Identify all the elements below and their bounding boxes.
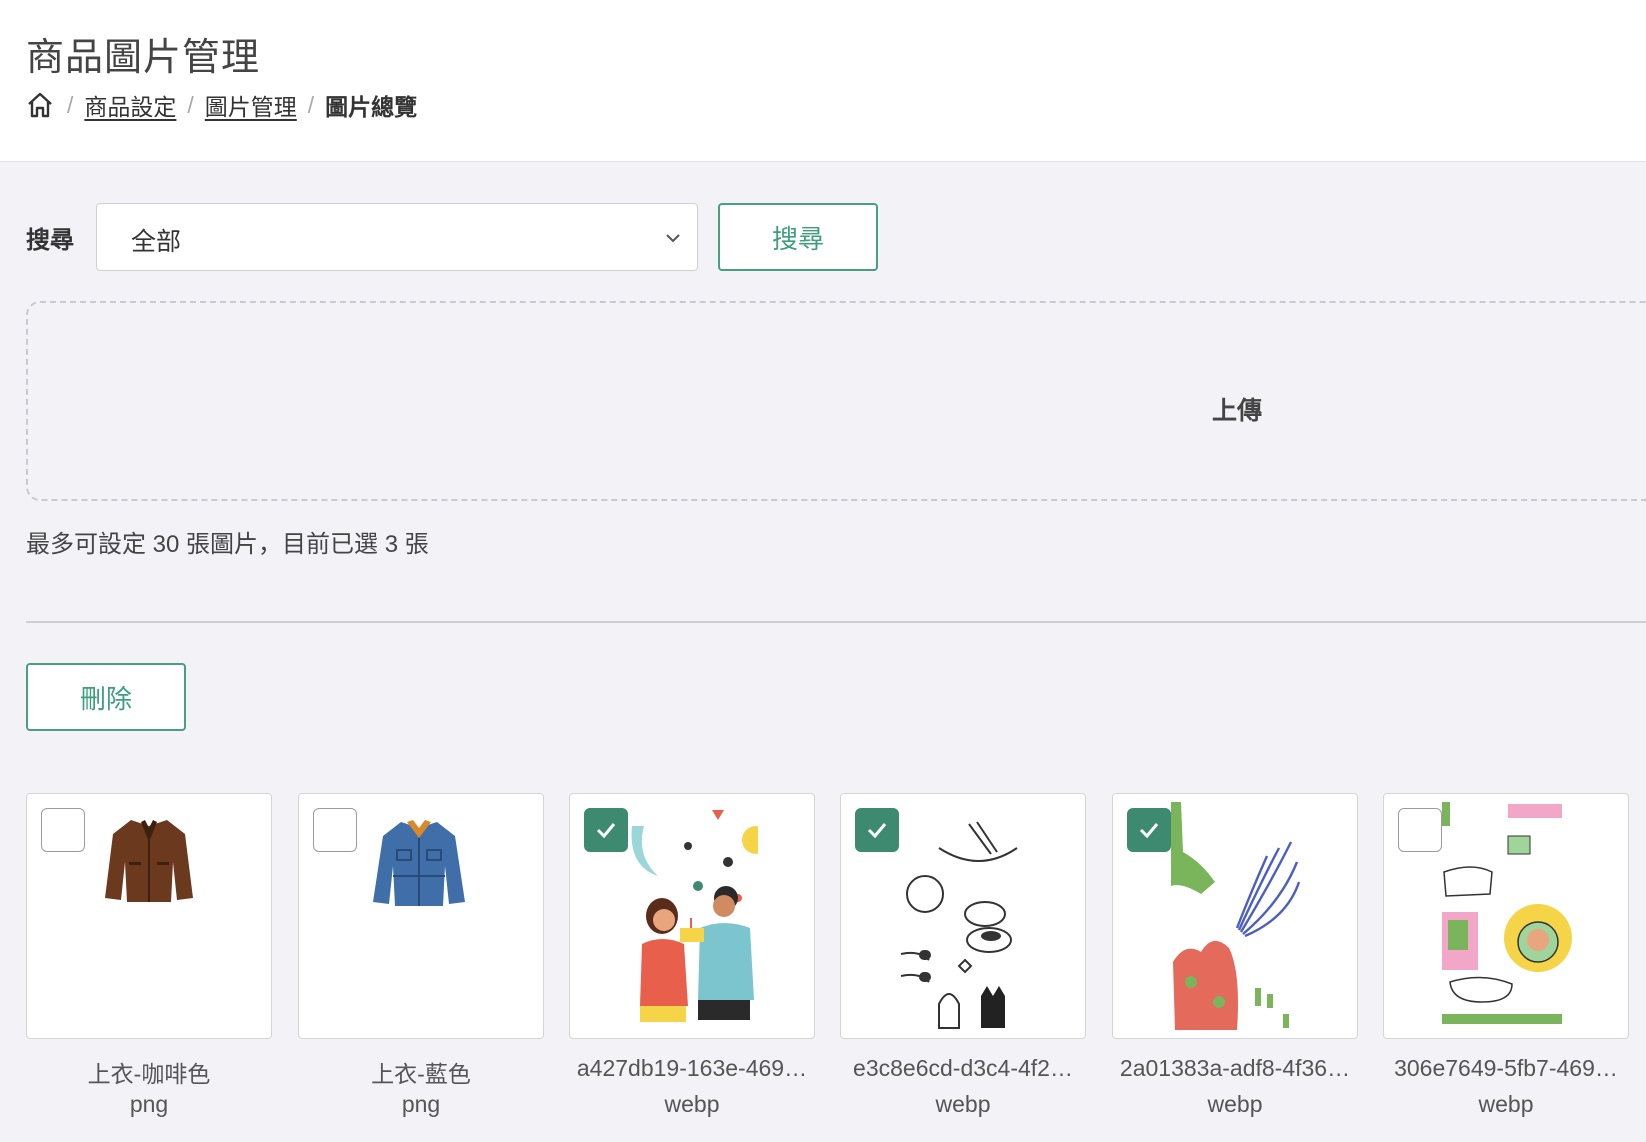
check-icon xyxy=(867,823,887,839)
image-thumbnail[interactable] xyxy=(26,793,272,1039)
doodle-sketch-image xyxy=(899,804,1029,1030)
image-grid: 上衣-咖啡色 png 上衣-藍色 png a427db19-163e-469… … xyxy=(26,793,1646,1142)
denim-jacket-image xyxy=(373,820,465,906)
image-checkbox[interactable] xyxy=(584,808,628,852)
image-name: a427db19-163e-469… xyxy=(576,1055,808,1081)
page-header: 商品圖片管理 / 商品設定 / 圖片管理 / 圖片總覽 xyxy=(0,0,1646,162)
image-name: 306e7649-5fb7-469… xyxy=(1394,1055,1618,1081)
category-select-value: 全部 xyxy=(131,228,182,256)
breadcrumb-separator: / xyxy=(307,91,315,118)
image-checkbox[interactable] xyxy=(313,808,357,852)
home-icon[interactable] xyxy=(26,90,56,120)
abstract-pattern-image xyxy=(1171,802,1301,1030)
image-extension: webp xyxy=(664,1091,720,1117)
page-title: 商品圖片管理 xyxy=(26,37,261,79)
breadcrumb-link-image-management[interactable]: 圖片管理 xyxy=(205,88,297,122)
image-thumbnail[interactable] xyxy=(840,793,1086,1039)
divider xyxy=(26,621,1646,623)
category-select[interactable]: 全部 xyxy=(96,203,698,271)
check-icon xyxy=(1139,823,1159,839)
breadcrumb: / 商品設定 / 圖片管理 / 圖片總覽 xyxy=(26,88,417,122)
upload-label: 上傳 xyxy=(1212,397,1263,425)
image-name: 上衣-藍色 xyxy=(371,1061,471,1087)
upload-dropzone[interactable]: 上傳 xyxy=(26,301,1646,501)
breadcrumb-link-product-settings[interactable]: 商品設定 xyxy=(84,88,176,122)
image-extension: png xyxy=(401,1091,441,1117)
image-thumbnail[interactable] xyxy=(569,793,815,1039)
image-checkbox[interactable] xyxy=(855,808,899,852)
image-thumbnail[interactable] xyxy=(298,793,544,1039)
delete-button[interactable]: 刪除 xyxy=(26,663,186,731)
image-thumbnail[interactable] xyxy=(1383,793,1629,1039)
breadcrumb-current: 圖片總覽 xyxy=(325,94,418,120)
breadcrumb-separator: / xyxy=(67,91,74,118)
selection-limit-text: 最多可設定 30 張圖片，目前已選 3 張 xyxy=(26,531,429,558)
check-icon xyxy=(596,823,616,839)
chevron-down-icon xyxy=(663,228,683,248)
image-extension: webp xyxy=(1207,1091,1263,1117)
brown-jacket-image xyxy=(105,820,193,902)
search-button[interactable]: 搜尋 xyxy=(718,203,878,271)
breadcrumb-separator: / xyxy=(187,91,194,118)
sticker-collage-image xyxy=(1442,802,1572,1030)
search-label: 搜尋 xyxy=(26,227,74,254)
image-checkbox[interactable] xyxy=(41,808,85,852)
image-extension: webp xyxy=(935,1091,991,1117)
image-extension: webp xyxy=(1478,1091,1534,1117)
image-name: 2a01383a-adf8-4f36… xyxy=(1119,1055,1351,1081)
image-name: 上衣-咖啡色 xyxy=(87,1061,211,1087)
image-extension: png xyxy=(129,1091,169,1117)
image-checkbox[interactable] xyxy=(1127,808,1171,852)
image-checkbox[interactable] xyxy=(1398,808,1442,852)
birthday-illustration-image xyxy=(628,806,758,1028)
image-name: e3c8e6cd-d3c4-4f2… xyxy=(853,1055,1073,1081)
image-thumbnail[interactable] xyxy=(1112,793,1358,1039)
